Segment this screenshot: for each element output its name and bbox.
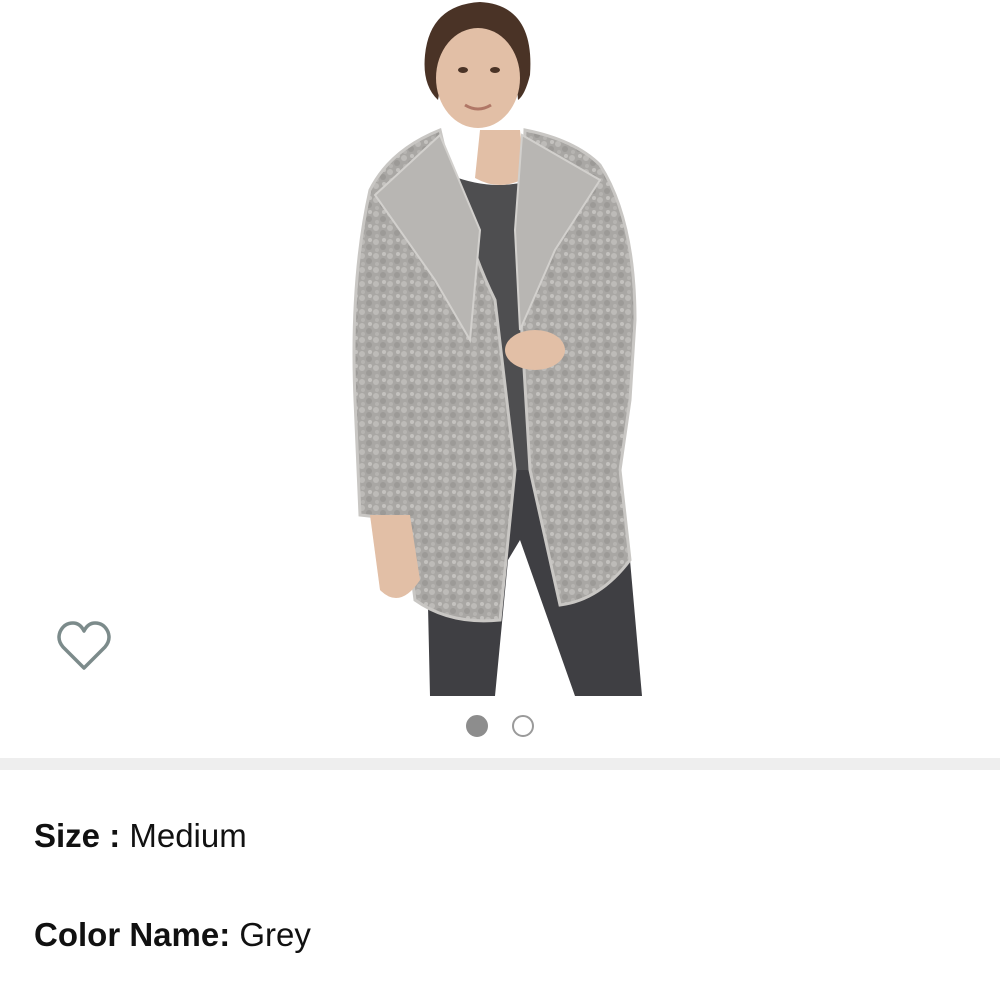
section-divider — [0, 758, 1000, 770]
product-image[interactable] — [330, 0, 670, 696]
product-detail-page: Size : Medium Color Name: Grey — [0, 0, 1000, 1000]
product-image-area — [0, 0, 1000, 758]
color-label: Color Name: — [34, 916, 240, 953]
color-value: Grey — [239, 916, 311, 953]
carousel-dot-2[interactable] — [512, 715, 534, 737]
product-variation-details: Size : Medium Color Name: Grey — [0, 770, 1000, 1000]
size-label: Size : — [34, 817, 130, 854]
heart-outline-icon — [57, 621, 111, 670]
wishlist-button[interactable] — [52, 616, 116, 676]
size-row[interactable]: Size : Medium — [34, 816, 247, 856]
size-value: Medium — [129, 817, 247, 854]
image-carousel-indicator — [0, 714, 1000, 738]
color-row[interactable]: Color Name: Grey — [34, 915, 311, 955]
carousel-dot-1[interactable] — [466, 715, 488, 737]
